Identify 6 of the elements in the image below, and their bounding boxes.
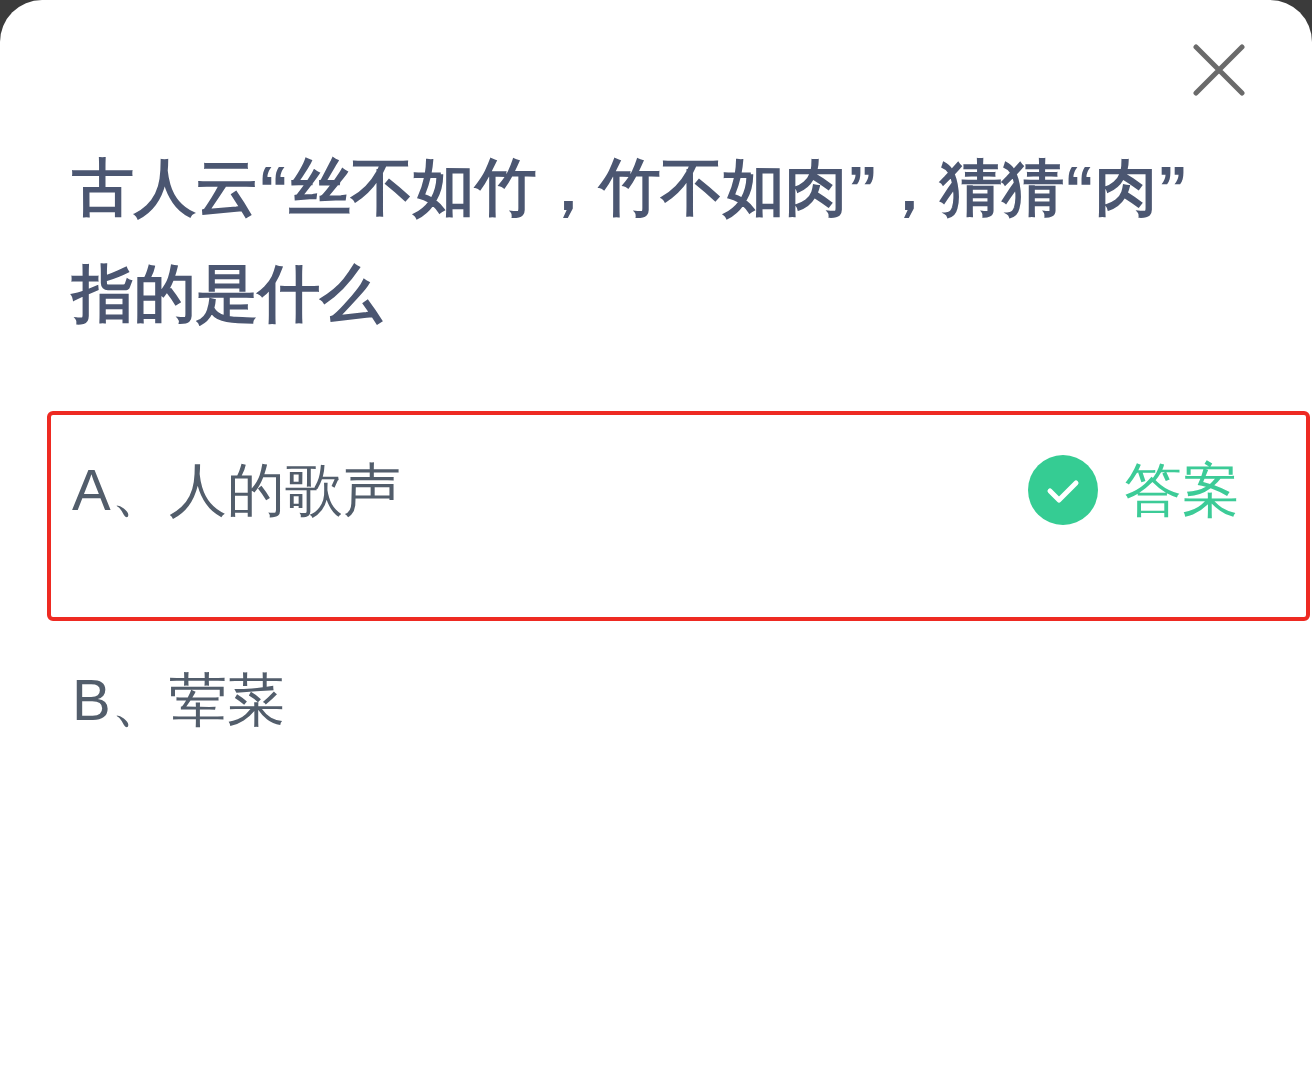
option-label[interactable]: B、荤菜: [72, 665, 285, 735]
question-text: 古人云“丝不如竹，竹不如肉”，猜猜“肉”指的是什么: [72, 152, 1189, 330]
answer-label: 答案: [1124, 456, 1240, 524]
option-label[interactable]: A、人的歌声: [72, 455, 401, 525]
close-button[interactable]: [1193, 44, 1245, 96]
close-icon: [1193, 44, 1245, 96]
